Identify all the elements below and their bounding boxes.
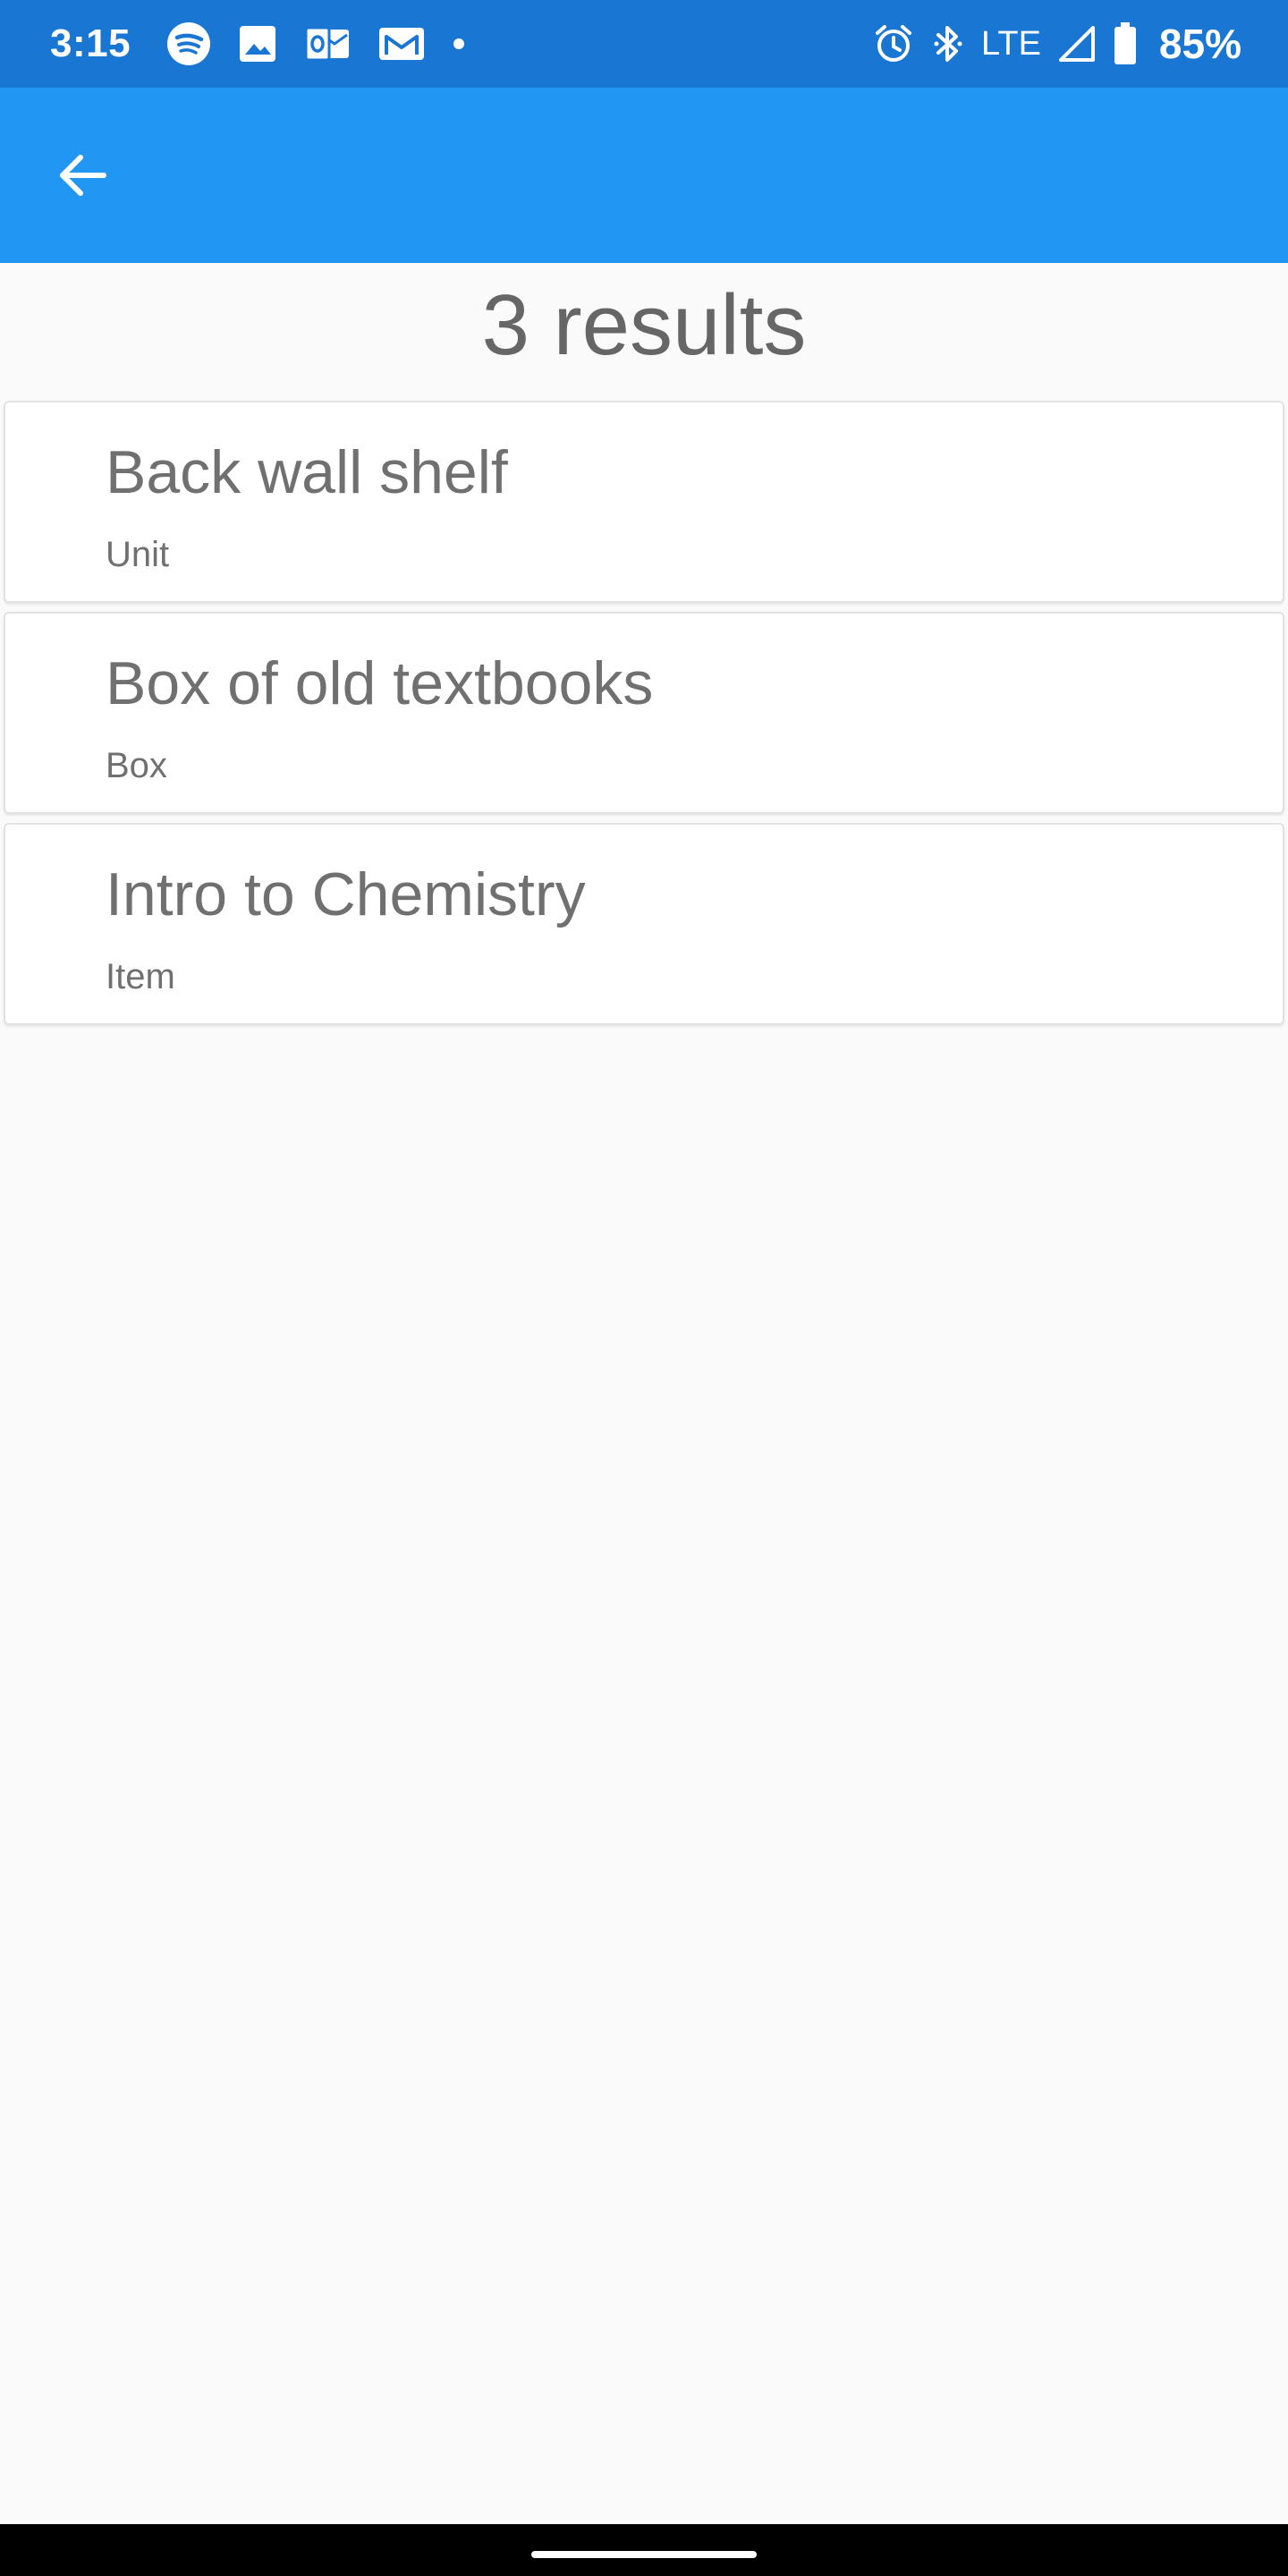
gmail-icon — [377, 24, 426, 64]
dot-icon — [453, 38, 465, 50]
app-bar — [0, 88, 1288, 263]
navigation-bar — [0, 2524, 1288, 2576]
status-time: 3:15 — [50, 21, 131, 65]
home-gesture-handle[interactable] — [531, 2551, 757, 2558]
battery-percentage: 85% — [1158, 21, 1241, 67]
result-item-back-wall-shelf[interactable]: Back wall shelf Unit — [4, 401, 1284, 603]
bluetooth-icon — [931, 22, 965, 65]
outlook-icon — [304, 24, 351, 64]
back-button[interactable] — [45, 140, 120, 215]
result-type: Item — [106, 957, 175, 996]
photos-icon — [238, 24, 277, 64]
results-count-title: 3 results — [481, 277, 807, 373]
alarm-icon — [872, 22, 915, 65]
result-name: Back wall shelf — [106, 438, 508, 506]
spotify-icon — [166, 21, 211, 66]
battery-icon — [1113, 21, 1138, 66]
arrow-left-icon — [54, 147, 111, 208]
result-type: Box — [106, 746, 167, 785]
signal-icon — [1057, 24, 1097, 64]
notification-icons — [166, 21, 465, 66]
result-item-intro-to-chemistry[interactable]: Intro to Chemistry Item — [4, 823, 1284, 1025]
network-type: LTE — [981, 24, 1041, 63]
status-bar: 3:15 LTE 85% — [0, 0, 1288, 88]
result-item-box-of-old-textbooks[interactable]: Box of old textbooks Box — [4, 612, 1284, 814]
results-list: Back wall shelf Unit Box of old textbook… — [4, 401, 1284, 1034]
result-name: Box of old textbooks — [106, 649, 654, 717]
result-type: Unit — [106, 535, 170, 574]
result-name: Intro to Chemistry — [106, 860, 586, 928]
system-icons: LTE 85% — [872, 20, 1241, 68]
